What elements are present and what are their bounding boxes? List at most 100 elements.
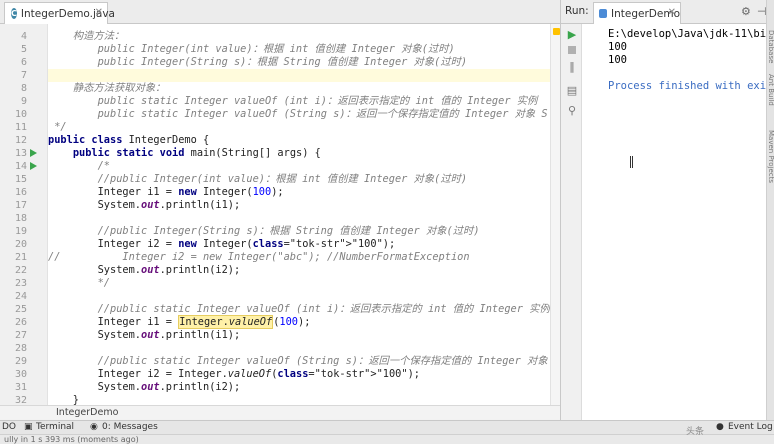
line-number: 10 xyxy=(14,109,27,120)
tool-window-messages[interactable]: 0: Messages xyxy=(102,421,158,434)
line-number: 23 xyxy=(14,278,27,289)
run-gutter-icon[interactable] xyxy=(30,149,37,157)
line-number: 17 xyxy=(14,200,27,211)
line-number: 9 xyxy=(20,96,27,107)
code-line[interactable]: public Integer(int value)：根据 int 值创建 Int… xyxy=(48,43,550,56)
code-line[interactable]: //public Integer(int value)：根据 int 值创建 I… xyxy=(48,173,550,186)
code-line[interactable]: System.out.println(i1); xyxy=(48,199,550,212)
line-number: 5 xyxy=(20,44,27,55)
tab-integerdemo-java[interactable]: C IntegerDemo.java ✕ xyxy=(4,2,115,24)
code-line[interactable]: public static Integer valueOf (String s)… xyxy=(48,108,550,121)
code-editor[interactable]: 4 5 6 7 8 9 10 11 12 13 14 15 16 17 18 19 20 21 22 23 24 25 26… xyxy=(0,24,560,405)
event-log-icon: ● xyxy=(716,422,724,432)
editor-scrollbar[interactable] xyxy=(550,24,560,405)
breadcrumb[interactable]: IntegerDemo xyxy=(0,405,560,419)
tool-window-todo[interactable]: DO xyxy=(2,421,16,434)
code-line[interactable]: //public static Integer valueOf (int i)：… xyxy=(48,303,550,316)
line-number: 25 xyxy=(14,304,27,315)
code-line[interactable]: public Integer(String s)：根据 String 值创建 I… xyxy=(48,56,550,69)
line-number: 16 xyxy=(14,187,27,198)
code-line[interactable]: //public Integer(String s)：根据 String 值创建… xyxy=(48,225,550,238)
code-line[interactable]: public class IntegerDemo { xyxy=(48,134,550,147)
line-number: 29 xyxy=(14,356,27,367)
line-number: 30 xyxy=(14,369,27,380)
line-number: 32 xyxy=(14,395,27,405)
gear-icon[interactable]: ⚙ xyxy=(741,5,751,18)
code-line[interactable]: */ xyxy=(48,277,550,290)
ibeam-cursor-icon xyxy=(630,156,633,168)
line-number: 18 xyxy=(14,213,27,224)
run-tab-integerdemo[interactable]: IntegerDemo ✕ xyxy=(593,2,681,24)
run-panel-title: Run: xyxy=(565,5,589,17)
right-tool-strip: Database Ant Build Maven Projects xyxy=(766,0,774,420)
pause-icon[interactable]: ‖ xyxy=(565,60,579,74)
editor-tab-bar: C IntegerDemo.java ✕ xyxy=(0,0,560,24)
code-line[interactable]: 静态方法获取对象： xyxy=(48,82,550,95)
run-config-icon xyxy=(599,9,608,18)
terminal-icon: ▣ xyxy=(24,422,33,432)
code-line[interactable]: System.out.println(i2); xyxy=(48,264,550,277)
line-number: 20 xyxy=(14,239,27,250)
stop-icon[interactable] xyxy=(568,46,576,54)
code-line[interactable]: //public static Integer valueOf (String … xyxy=(48,355,550,368)
code-line[interactable]: Integer i2 = new Integer(class="tok-str"… xyxy=(48,238,550,251)
line-number: 31 xyxy=(14,382,27,393)
run-gutter-icon[interactable] xyxy=(30,162,37,170)
code-line[interactable]: /* xyxy=(48,160,550,173)
console-line: 100 xyxy=(608,41,627,53)
line-number: 8 xyxy=(20,83,27,94)
code-line[interactable]: System.out.println(i2); xyxy=(48,381,550,394)
code-line[interactable]: } xyxy=(48,394,550,405)
line-number-gutter: 4 5 6 7 8 9 10 11 12 13 14 15 16 17 18 19 20 21 22 23 24 25 26… xyxy=(0,24,48,405)
line-number: 27 xyxy=(14,330,27,341)
code-line[interactable]: Integer i2 = Integer.valueOf(class="tok-… xyxy=(48,368,550,381)
code-area[interactable]: 构造方法： public Integer(int value)：根据 int 值… xyxy=(48,24,550,405)
layout-icon[interactable]: ▤ xyxy=(565,84,579,98)
tool-window-maven-projects[interactable]: Maven Projects xyxy=(766,130,774,183)
code-line[interactable] xyxy=(48,212,550,225)
code-line[interactable] xyxy=(48,69,550,82)
run-toolbar: ▶ ‖ ▤ ⚲ ↑ ↓ ≡ ⤓ ⎙ 🗑 xyxy=(560,24,601,420)
line-number: 21 xyxy=(14,252,27,263)
tool-window-event-log[interactable]: Event Log xyxy=(728,421,773,434)
status-bar: ully in 1 s 393 ms (moments ago) xyxy=(0,434,774,444)
rerun-icon[interactable]: ▶ xyxy=(565,28,579,42)
code-line[interactable]: // Integer i2 = new Integer("abc"); //Nu… xyxy=(48,251,550,264)
bottom-tool-bar: DO ▣ Terminal ◉ 0: Messages ● Event Log xyxy=(0,420,774,434)
tool-window-database[interactable]: Database xyxy=(766,30,774,63)
code-line[interactable]: public static void main(String[] args) { xyxy=(48,147,550,160)
code-line[interactable]: Integer i1 = new Integer(100); xyxy=(48,186,550,199)
line-number: 24 xyxy=(14,291,27,302)
line-number: 11 xyxy=(14,122,27,133)
pin-icon[interactable]: ⚲ xyxy=(565,104,579,118)
close-icon[interactable]: ✕ xyxy=(668,7,676,18)
console-line: Process finished with exit xyxy=(608,80,766,92)
line-number: 15 xyxy=(14,174,27,185)
code-line[interactable]: */ xyxy=(48,121,550,134)
class-file-icon: C xyxy=(11,8,17,19)
code-line[interactable]: public static Integer valueOf (int i)：返回… xyxy=(48,95,550,108)
warning-marker-icon[interactable] xyxy=(553,28,560,35)
console-line: 100 xyxy=(608,54,627,66)
line-number: 28 xyxy=(14,343,27,354)
run-panel-header: Run: IntegerDemo ✕ ⚙ ⊣ xyxy=(560,0,774,24)
code-line[interactable] xyxy=(48,342,550,355)
code-line[interactable]: Integer i1 = Integer.valueOf(100); xyxy=(48,315,550,329)
code-line[interactable]: System.out.println(i1); xyxy=(48,329,550,342)
line-number: 7 xyxy=(20,70,27,81)
line-number: 6 xyxy=(20,57,27,68)
console-output[interactable]: E:\develop\Java\jdk-11\bin 100 100 Process … xyxy=(582,24,766,420)
code-line[interactable] xyxy=(48,290,550,303)
line-number: 26 xyxy=(14,317,27,328)
tool-window-terminal[interactable]: Terminal xyxy=(36,421,74,434)
tool-window-ant-build[interactable]: Ant Build xyxy=(766,74,774,106)
line-number: 22 xyxy=(14,265,27,276)
line-number: 19 xyxy=(14,226,27,237)
console-line: E:\develop\Java\jdk-11\bin xyxy=(608,28,766,40)
line-number: 12 xyxy=(14,135,27,146)
messages-icon: ◉ xyxy=(90,422,98,432)
line-number: 13 xyxy=(14,148,27,159)
code-line[interactable]: 构造方法： xyxy=(48,30,550,43)
close-icon[interactable]: ✕ xyxy=(95,7,103,18)
line-number: 4 xyxy=(20,31,27,42)
